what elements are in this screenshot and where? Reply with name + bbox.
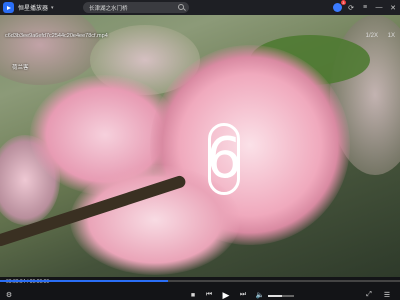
volume-icon[interactable]: 🔈 (254, 290, 266, 300)
video-watermark: 荷兰客 (12, 65, 29, 71)
refresh-icon[interactable]: ⟳ (344, 0, 358, 15)
playback-controls: ⚙ ■ ⏮ ▶ ⏭ 🔈 ⤢ ☰ (0, 290, 400, 300)
minimize-icon[interactable]: — (372, 0, 386, 15)
fullscreen-icon[interactable]: ⤢ (364, 290, 374, 300)
play-icon[interactable]: ▶ (220, 290, 232, 300)
menu-icon[interactable]: ≡ (358, 0, 372, 15)
player-logo-icon (3, 2, 14, 13)
previous-icon[interactable]: ⏮ (204, 290, 214, 300)
video-frame[interactable]: c6d3b3ee9a6efd7c2544c20e4ee78cf.mp4 1/2X… (0, 15, 400, 277)
user-button[interactable]: 3 (330, 0, 346, 15)
app-name: 恒星播放器 (18, 6, 49, 12)
avatar-icon: 3 (332, 0, 346, 12)
notification-badge: 3 (341, 0, 346, 5)
playlist-icon[interactable]: ☰ (380, 290, 394, 300)
progress-bar[interactable] (0, 279, 400, 283)
dropdown-icon[interactable]: ▾ (51, 5, 54, 11)
search-value: 长津湖之水门桥 (89, 5, 128, 12)
volume-fill (268, 295, 283, 297)
background-blossom (0, 15, 100, 85)
speed-normal-button[interactable]: 1X (388, 33, 395, 39)
countdown-number: 6 (206, 123, 242, 195)
next-icon[interactable]: ⏭ (238, 290, 248, 300)
title-bar: 恒星播放器 ▾ 长津湖之水门桥 3 ⟳ ≡ — ✕ (0, 0, 400, 15)
video-filename: c6d3b3ee9a6efd7c2544c20e4ee78cf.mp4 (5, 33, 108, 39)
settings-icon[interactable]: ⚙ (4, 290, 14, 300)
search-input[interactable]: 长津湖之水门桥 (83, 2, 189, 13)
search-icon[interactable] (178, 4, 184, 10)
close-icon[interactable]: ✕ (386, 0, 400, 15)
stop-icon[interactable]: ■ (188, 290, 198, 300)
speed-half-button[interactable]: 1/2X (366, 33, 378, 39)
progress-fill (0, 280, 168, 282)
